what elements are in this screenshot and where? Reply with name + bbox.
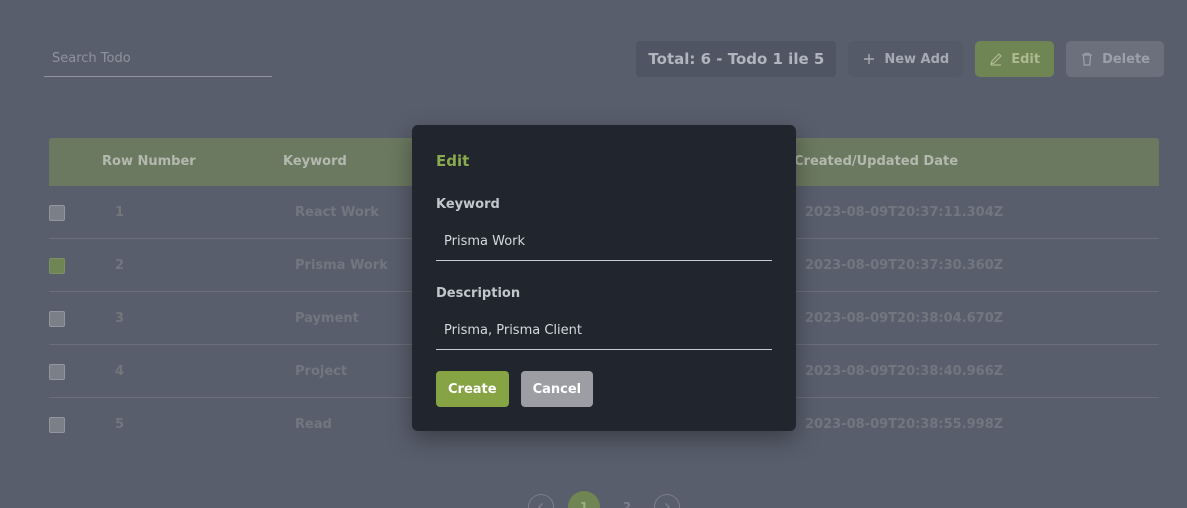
row-number: 4 xyxy=(115,364,125,379)
keyword-field[interactable] xyxy=(436,223,772,261)
new-add-label: New Add xyxy=(884,51,950,67)
keyword-label: Keyword xyxy=(436,197,500,212)
delete-button[interactable]: Delete xyxy=(1066,41,1164,77)
page-button[interactable]: 2 xyxy=(614,494,640,508)
modal-actions: Create Cancel xyxy=(436,371,594,407)
page-button-current[interactable]: 1 xyxy=(568,491,600,508)
next-page-button[interactable] xyxy=(654,494,680,508)
prev-page-button[interactable] xyxy=(528,494,554,508)
row-number: 2 xyxy=(115,258,125,273)
row-date: 2023-08-09T20:38:04.670Z xyxy=(805,311,1004,326)
cancel-button[interactable]: Cancel xyxy=(520,371,594,407)
chevron-left-icon xyxy=(538,503,543,508)
row-checkbox[interactable] xyxy=(49,311,65,327)
row-keyword: Payment xyxy=(295,311,359,326)
row-checkbox[interactable] xyxy=(49,205,65,221)
row-date: 2023-08-09T20:37:30.360Z xyxy=(805,258,1004,273)
header-row-number: Row Number xyxy=(102,154,196,169)
chevron-right-icon xyxy=(665,503,670,508)
row-date: 2023-08-09T20:38:55.998Z xyxy=(805,417,1004,432)
row-date: 2023-08-09T20:38:40.966Z xyxy=(805,364,1004,379)
modal-title: Edit xyxy=(436,152,470,170)
new-add-button[interactable]: New Add xyxy=(848,41,964,77)
description-input[interactable] xyxy=(436,312,772,349)
total-count: Total: 6 - Todo 1 ile 5 xyxy=(636,41,837,77)
keyword-input[interactable] xyxy=(436,223,772,260)
row-checkbox[interactable] xyxy=(49,364,65,380)
row-number: 3 xyxy=(115,311,125,326)
edit-label: Edit xyxy=(1011,51,1041,67)
row-number: 1 xyxy=(115,205,125,220)
edit-modal: Edit Keyword Description Create Cancel xyxy=(412,125,796,431)
plus-icon xyxy=(864,54,875,64)
edit-button[interactable]: Edit xyxy=(975,41,1055,77)
row-keyword: Read xyxy=(295,417,332,432)
header-keyword: Keyword xyxy=(283,154,347,169)
row-checkbox[interactable] xyxy=(49,258,65,274)
description-label: Description xyxy=(436,286,521,301)
delete-label: Delete xyxy=(1102,51,1150,67)
search-field[interactable] xyxy=(44,40,272,77)
row-checkbox[interactable] xyxy=(49,417,65,433)
create-button[interactable]: Create xyxy=(436,371,509,407)
row-date: 2023-08-09T20:37:11.304Z xyxy=(805,205,1004,220)
pencil-icon xyxy=(990,53,1003,66)
row-keyword: React Work xyxy=(295,205,379,220)
description-field[interactable] xyxy=(436,312,772,350)
pagination: 1 2 xyxy=(528,491,680,508)
row-number: 5 xyxy=(115,417,125,432)
row-keyword: Prisma Work xyxy=(295,258,388,273)
toolbar: Total: 6 - Todo 1 ile 5 New Add Edit Del… xyxy=(636,41,1164,77)
row-keyword: Project xyxy=(295,364,348,379)
trash-icon xyxy=(1082,52,1093,66)
header-date: Created/Updated Date xyxy=(794,154,959,169)
search-input[interactable] xyxy=(44,40,272,76)
